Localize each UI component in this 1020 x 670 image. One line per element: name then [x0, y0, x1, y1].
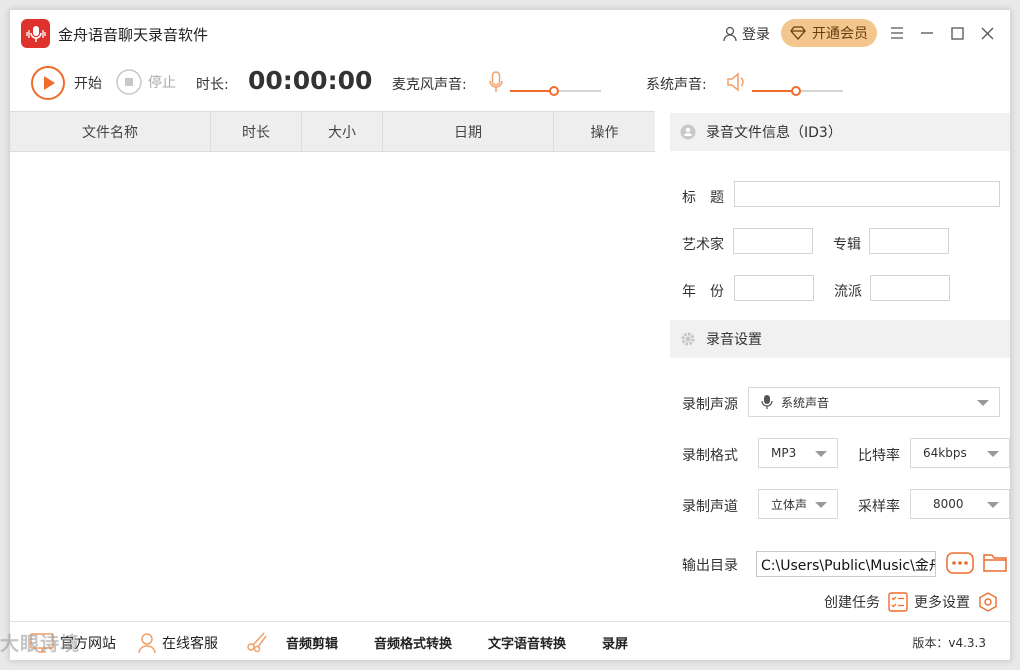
vip-button[interactable]: 开通会员: [781, 19, 877, 47]
more-settings-button[interactable]: 更多设置: [914, 592, 998, 612]
source-select[interactable]: 系统声音: [748, 387, 1000, 417]
headset-user-icon: [138, 632, 156, 653]
support-button[interactable]: 在线客服: [138, 622, 218, 660]
samplerate-value: 8000: [933, 497, 964, 511]
artist-label: 艺术家: [682, 237, 724, 253]
system-volume-knob[interactable]: [790, 86, 801, 96]
year-label: 年 份: [682, 284, 724, 300]
task-list-icon: [888, 592, 908, 612]
vip-label: 开通会员: [812, 26, 868, 42]
title-bar: 金舟语音聊天录音软件 登录 开通会员: [10, 10, 1010, 56]
settings-hex-icon: [979, 592, 997, 612]
support-label: 在线客服: [162, 635, 218, 652]
bitrate-select[interactable]: 64kbps: [910, 438, 1010, 468]
speaker-icon: [727, 72, 744, 92]
more-settings-label: 更多设置: [914, 595, 970, 611]
menu-icon[interactable]: [886, 22, 908, 44]
user-icon: [723, 26, 737, 42]
duration-value: 00:00:00: [248, 66, 373, 95]
format-label: 录制格式: [682, 448, 738, 464]
version-label: 版本：v4.3.3: [912, 636, 986, 650]
login-label: 登录: [742, 27, 770, 43]
login-button[interactable]: 登录: [722, 24, 770, 44]
mic-volume-label: 麦克风声音:: [392, 77, 467, 93]
source-value: 系统声音: [781, 395, 830, 410]
year-field[interactable]: [734, 275, 814, 301]
output-path-field[interactable]: C:\Users\Public\Music\金舟: [756, 551, 936, 577]
genre-label: 流派: [834, 284, 862, 300]
stop-label: 停止: [148, 75, 176, 91]
scissors-icon: [247, 632, 267, 652]
file-list-header: 文件名称 时长 大小 日期 操作: [10, 111, 655, 152]
id3-header-label: 录音文件信息（ID3）: [706, 125, 842, 141]
output-label: 输出目录: [682, 558, 738, 574]
system-volume-slider[interactable]: [752, 86, 843, 96]
settings-panel: 录音文件信息（ID3） 标 题 艺术家 专辑 年 份 流派 录音设置 录制声源 …: [670, 111, 1010, 621]
play-icon: [31, 66, 65, 100]
microphone-icon: [489, 71, 503, 92]
column-date[interactable]: 日期: [383, 112, 554, 151]
bitrate-label: 比特率: [858, 448, 900, 464]
mic-volume-fill: [510, 90, 554, 92]
mic-volume-slider[interactable]: [510, 86, 601, 96]
gear-icon: [681, 332, 695, 346]
folder-icon[interactable]: [983, 552, 1007, 572]
app-title: 金舟语音聊天录音软件: [58, 26, 209, 44]
channel-label: 录制声道: [682, 499, 738, 515]
album-label: 专辑: [833, 237, 861, 253]
column-size[interactable]: 大小: [302, 112, 383, 151]
stop-button[interactable]: 停止: [116, 69, 176, 95]
format-value: MP3: [771, 446, 797, 460]
start-label: 开始: [74, 76, 102, 92]
file-list[interactable]: [10, 152, 655, 620]
microphone-icon: [761, 395, 773, 409]
artist-field[interactable]: [733, 228, 813, 254]
info-icon: [680, 124, 696, 140]
stop-icon: [116, 69, 142, 95]
system-volume-fill: [752, 90, 796, 92]
album-field[interactable]: [869, 228, 949, 254]
tts-button[interactable]: 文字语音转换: [488, 622, 566, 660]
app-logo-icon: [21, 19, 50, 48]
bottom-bar: 官方网站 在线客服 音频剪辑 音频格式转换 文字语音转换 录屏 版本：v4.3.…: [10, 621, 1010, 660]
minimize-icon[interactable]: [916, 22, 938, 44]
source-label: 录制声源: [682, 397, 738, 413]
chevron-down-icon: [977, 400, 989, 406]
create-task-label: 创建任务: [824, 595, 880, 611]
id3-section-header: 录音文件信息（ID3）: [670, 113, 1010, 151]
title-field[interactable]: [734, 181, 1000, 207]
maximize-icon[interactable]: [946, 22, 968, 44]
record-settings-label: 录音设置: [706, 332, 762, 348]
chevron-down-icon: [987, 502, 999, 508]
column-duration[interactable]: 时长: [211, 112, 302, 151]
more-icon[interactable]: [946, 551, 974, 575]
watermark: 大眼诗境: [0, 633, 81, 655]
system-volume-label: 系统声音:: [646, 77, 707, 93]
title-label: 标 题: [682, 190, 724, 206]
record-toolbar: 开始 停止 时长: 00:00:00 麦克风声音: 系统声音:: [10, 56, 1010, 111]
app-window: 金舟语音聊天录音软件 登录 开通会员 开始 停止 时长: 00:00:00 麦克…: [9, 9, 1011, 661]
audio-edit-button[interactable]: 音频剪辑: [286, 622, 338, 660]
samplerate-select[interactable]: 8000: [910, 489, 1010, 519]
create-task-button[interactable]: 创建任务: [824, 592, 908, 612]
column-actions[interactable]: 操作: [554, 112, 655, 151]
diamond-icon: [790, 26, 806, 40]
format-convert-button[interactable]: 音频格式转换: [374, 622, 452, 660]
channel-value: 立体声: [771, 497, 808, 512]
channel-select[interactable]: 立体声: [758, 489, 838, 519]
screen-record-button[interactable]: 录屏: [602, 622, 628, 660]
bitrate-value: 64kbps: [923, 446, 967, 460]
chevron-down-icon: [815, 451, 827, 457]
samplerate-label: 采样率: [858, 499, 900, 515]
close-icon[interactable]: [976, 22, 998, 44]
chevron-down-icon: [815, 502, 827, 508]
column-filename[interactable]: 文件名称: [10, 112, 211, 151]
genre-field[interactable]: [870, 275, 950, 301]
chevron-down-icon: [987, 451, 999, 457]
format-select[interactable]: MP3: [758, 438, 838, 468]
start-button[interactable]: 开始: [30, 65, 102, 101]
mic-volume-knob[interactable]: [548, 86, 559, 96]
record-settings-header: 录音设置: [670, 320, 1010, 358]
duration-label: 时长:: [196, 77, 229, 93]
